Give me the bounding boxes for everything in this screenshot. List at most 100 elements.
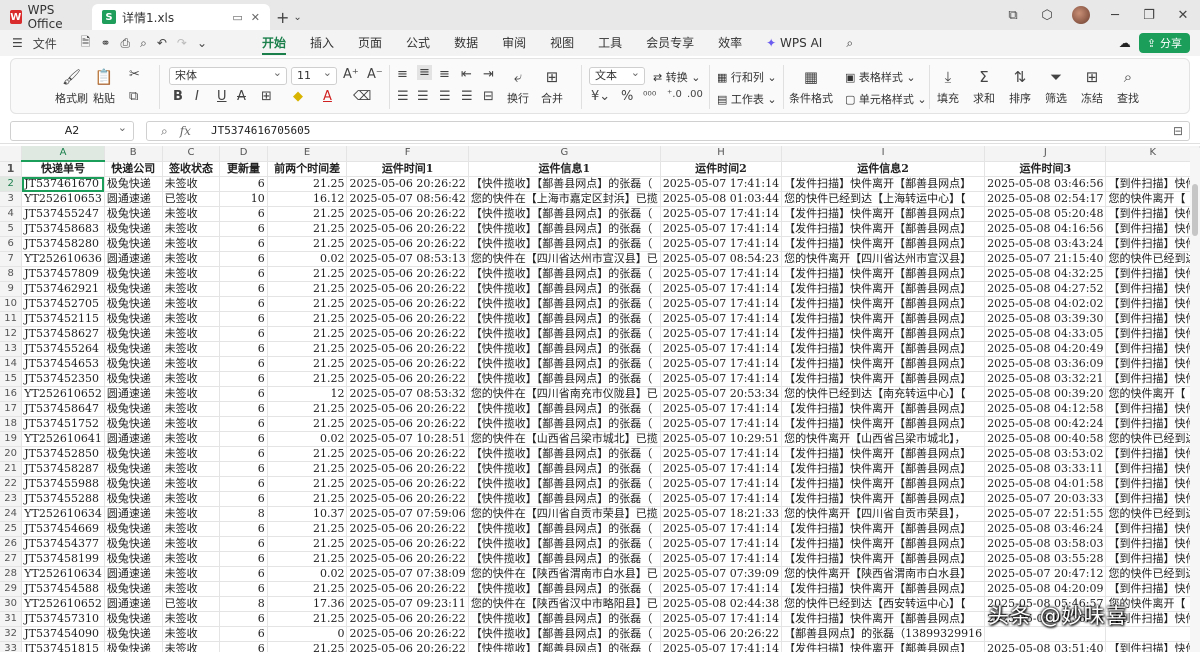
- table-cell[interactable]: 21.25: [267, 536, 348, 552]
- table-cell[interactable]: 您的快件已经到达: [1105, 506, 1200, 522]
- table-cell[interactable]: 21.25: [267, 311, 348, 327]
- table-cell[interactable]: 6: [219, 641, 268, 652]
- table-cell[interactable]: 6: [219, 356, 268, 372]
- undo-icon[interactable]: ↶: [157, 36, 167, 50]
- table-cell[interactable]: 6: [219, 431, 268, 447]
- table-cell[interactable]: 【快件揽收】【鄯善县网点】的张磊（: [468, 266, 661, 282]
- find-button[interactable]: ⌕ 查找: [1117, 67, 1139, 106]
- column-header-c[interactable]: C: [162, 146, 221, 162]
- preview-icon[interactable]: ⌕: [140, 36, 147, 51]
- ribbon-search-icon[interactable]: ⌕: [834, 30, 865, 56]
- table-cell[interactable]: 6: [219, 626, 268, 642]
- table-cell[interactable]: 6: [219, 371, 268, 387]
- table-cell[interactable]: 【发件扫描】快件离开【鄯善县网点】: [781, 476, 986, 492]
- header-cell[interactable]: 签收状态: [162, 161, 221, 177]
- table-cell[interactable]: 【快件揽收】【鄯善县网点】的张磊（: [468, 446, 661, 462]
- table-cell[interactable]: 0: [267, 626, 348, 642]
- format-painter-button[interactable]: 🖌 格式刷: [55, 67, 88, 106]
- table-cell[interactable]: 21.25: [267, 266, 348, 282]
- paste-button[interactable]: 📋 粘贴: [93, 67, 115, 106]
- table-cell[interactable]: 2025-05-06 20:26:22: [660, 626, 783, 642]
- table-cell[interactable]: 0.02: [267, 431, 348, 447]
- row-header[interactable]: 19: [0, 431, 23, 447]
- table-cell[interactable]: 2025-05-07 17:41:14: [660, 521, 783, 537]
- table-cell[interactable]: 21.25: [267, 611, 348, 627]
- table-cell[interactable]: 【发件扫描】快件离开【鄯善县网点】: [781, 401, 986, 417]
- column-header-b[interactable]: B: [104, 146, 163, 162]
- table-cell[interactable]: JT537458287: [21, 461, 105, 477]
- table-cell[interactable]: 6: [219, 176, 268, 192]
- table-cell[interactable]: 2025-05-06 20:26:22: [346, 341, 469, 357]
- table-cell[interactable]: 【发件扫描】快件离开【鄯善县网点】: [781, 521, 986, 537]
- table-cell[interactable]: 2025-05-06 20:26:22: [346, 281, 469, 297]
- table-cell[interactable]: 【快件揽收】【鄯善县网点】的张磊（: [468, 641, 661, 652]
- table-cell[interactable]: 未签收: [162, 461, 221, 477]
- column-header-a[interactable]: A: [21, 146, 105, 162]
- table-cell[interactable]: 2025-05-06 20:26:22: [346, 461, 469, 477]
- table-cell[interactable]: 【到件扫描】快件: [1105, 491, 1200, 507]
- table-cell[interactable]: 2025-05-07 09:23:11: [346, 596, 469, 612]
- table-cell[interactable]: 极兔快递: [104, 281, 163, 297]
- align-bottom-icon[interactable]: ≡: [439, 67, 450, 82]
- row-header[interactable]: 23: [0, 491, 23, 507]
- table-cell[interactable]: 【发件扫描】快件离开【鄯善县网点】: [781, 281, 986, 297]
- table-cell[interactable]: 未签收: [162, 581, 221, 597]
- header-cell[interactable]: 快递单号: [21, 161, 105, 177]
- table-cell[interactable]: 【到件扫描】快件: [1105, 581, 1200, 597]
- table-cell[interactable]: 2025-05-07 17:41:14: [660, 296, 783, 312]
- table-cell[interactable]: JT537454669: [21, 521, 105, 537]
- table-cell[interactable]: JT537458683: [21, 221, 105, 237]
- table-cell[interactable]: 2025-05-06 20:26:22: [346, 356, 469, 372]
- number-format-select[interactable]: 文本: [589, 65, 645, 85]
- table-cell[interactable]: 【发件扫描】快件离开【鄯善县网点】: [781, 371, 986, 387]
- table-cell[interactable]: 【到件扫描】快件: [1105, 641, 1200, 652]
- table-cell[interactable]: JT537458647: [21, 401, 105, 417]
- file-menu[interactable]: 文件: [33, 35, 57, 52]
- freeze-button[interactable]: ⊞ 冻结: [1081, 67, 1103, 106]
- table-cell[interactable]: 2025-05-08 04:32:25: [984, 266, 1107, 282]
- table-style-button[interactable]: ▣ 表格样式 ⌄: [845, 69, 916, 85]
- fx-icon[interactable]: fx: [180, 124, 191, 139]
- table-cell[interactable]: 【到件扫描】快件: [1105, 401, 1200, 417]
- table-cell[interactable]: 2025-05-08 00:40:58: [984, 431, 1107, 447]
- table-cell[interactable]: 极兔快递: [104, 476, 163, 492]
- table-cell[interactable]: 2025-05-07 17:41:14: [660, 491, 783, 507]
- table-cell[interactable]: 2025-05-07 17:41:14: [660, 341, 783, 357]
- table-cell[interactable]: 【到件扫描】快件: [1105, 281, 1200, 297]
- row-header[interactable]: 13: [0, 341, 23, 357]
- table-cell[interactable]: 2025-05-08 03:36:09: [984, 356, 1107, 372]
- table-cell[interactable]: 未签收: [162, 521, 221, 537]
- table-cell[interactable]: 8: [219, 506, 268, 522]
- table-cell[interactable]: 2025-05-08 02:44:38: [660, 596, 783, 612]
- table-cell[interactable]: 21.25: [267, 371, 348, 387]
- table-cell[interactable]: 2025-05-08 04:12:58: [984, 401, 1107, 417]
- tab-screen-icon[interactable]: ▭: [232, 11, 242, 24]
- table-cell[interactable]: 2025-05-08 03:51:40: [984, 641, 1107, 652]
- table-cell[interactable]: 【鄯善县网点】的张磊（13899329916: [781, 626, 986, 642]
- align-center-icon[interactable]: ☰: [417, 89, 429, 104]
- table-cell[interactable]: 圆通速递: [104, 596, 163, 612]
- table-cell[interactable]: 【到件扫描】快件: [1105, 461, 1200, 477]
- table-cell[interactable]: 2025-05-07 17:41:14: [660, 401, 783, 417]
- table-cell[interactable]: 6: [219, 491, 268, 507]
- table-cell[interactable]: 【到件扫描】快件: [1105, 326, 1200, 342]
- table-cell[interactable]: 【到件扫描】快件: [1105, 446, 1200, 462]
- more-chevron-icon[interactable]: ⌄: [197, 36, 207, 50]
- table-cell[interactable]: 2025-05-07 17:41:14: [660, 476, 783, 492]
- thousands-icon[interactable]: ⁰⁰⁰: [643, 89, 656, 102]
- tab-formula[interactable]: 公式: [394, 30, 442, 56]
- table-cell[interactable]: 【发件扫描】快件离开【鄯善县网点】: [781, 641, 986, 652]
- table-cell[interactable]: 未签收: [162, 401, 221, 417]
- table-cell[interactable]: JT537454653: [21, 356, 105, 372]
- table-cell[interactable]: 6: [219, 581, 268, 597]
- table-cell[interactable]: 6: [219, 611, 268, 627]
- table-cell[interactable]: 2025-05-08 04:20:49: [984, 341, 1107, 357]
- table-cell[interactable]: 2025-05-06 20:26:22: [346, 221, 469, 237]
- minimize-icon[interactable]: ─: [1098, 0, 1132, 30]
- table-cell[interactable]: 2025-05-06 20:26:22: [346, 641, 469, 652]
- table-cell[interactable]: 【发件扫描】快件离开【鄯善县网点】: [781, 236, 986, 252]
- hamburger-icon[interactable]: ☰: [12, 36, 23, 50]
- table-cell[interactable]: 0.02: [267, 566, 348, 582]
- tab-review[interactable]: 审阅: [490, 30, 538, 56]
- table-cell[interactable]: 极兔快递: [104, 581, 163, 597]
